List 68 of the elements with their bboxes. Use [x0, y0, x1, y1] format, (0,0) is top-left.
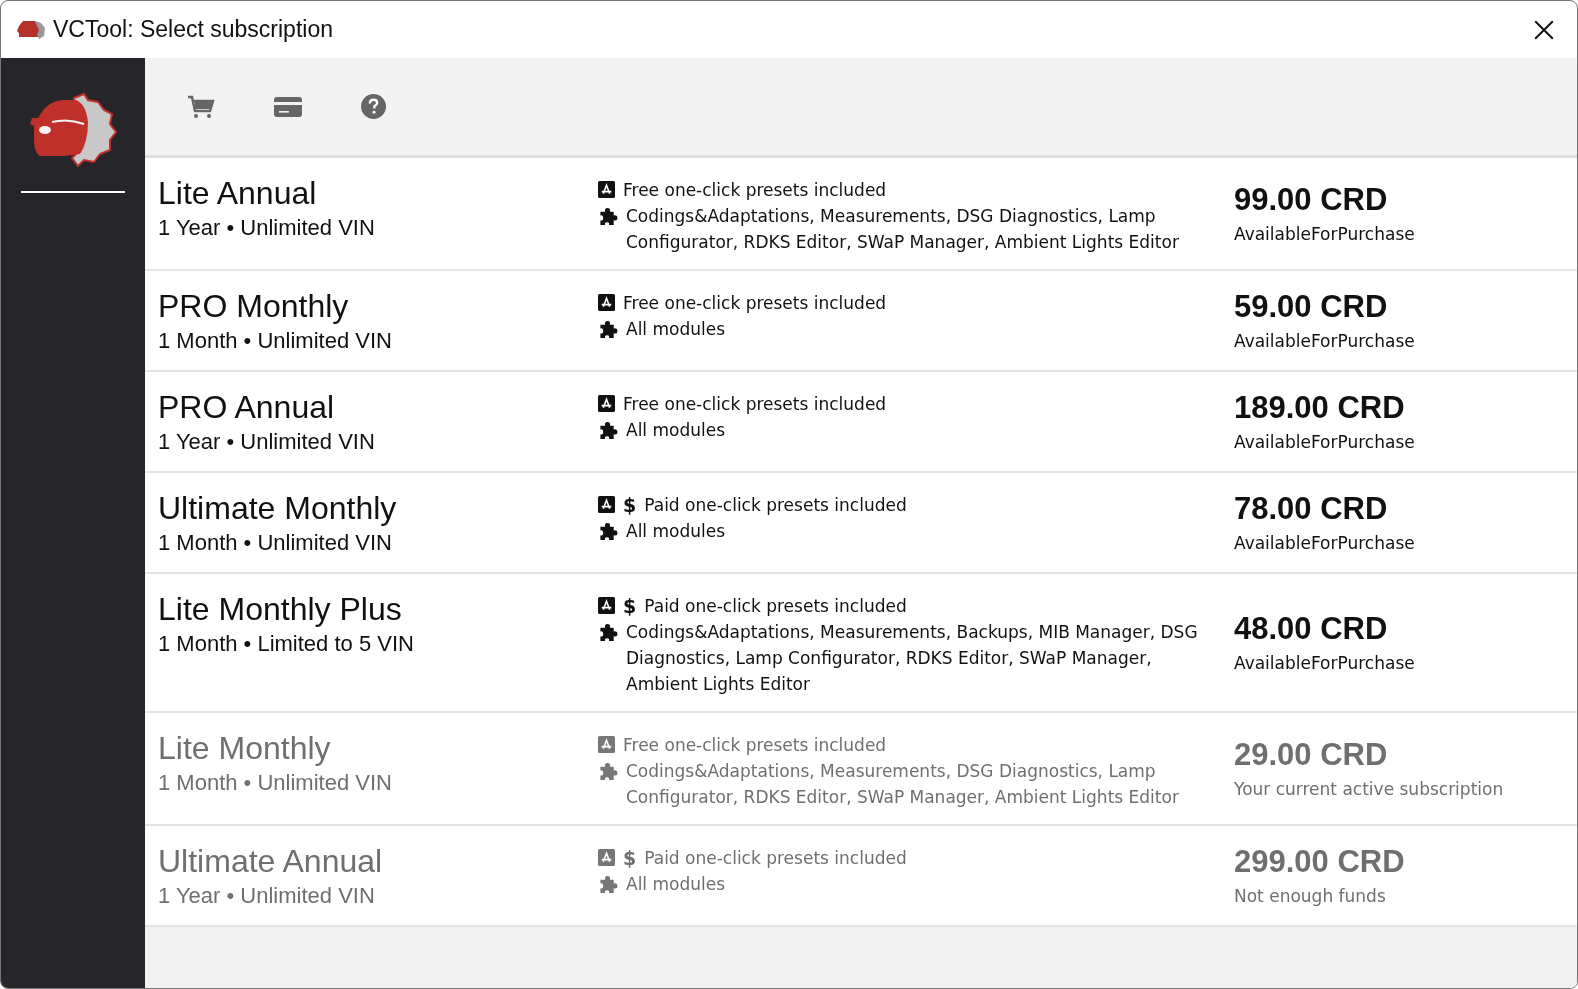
price: 299.00 CRD: [1234, 843, 1406, 881]
presets-text: Paid one-click presets included: [644, 847, 908, 870]
price: 59.00 CRD: [1234, 288, 1389, 326]
plan-name: Ultimate Monthly: [158, 489, 398, 528]
app-store-icon: [598, 736, 615, 753]
dollar-sign: $: [623, 493, 637, 518]
puzzle-piece-icon: [598, 522, 618, 541]
dollar-sign: $: [623, 846, 637, 871]
app-store-icon: [598, 181, 615, 198]
modules-text: All modules: [626, 520, 727, 543]
price: 29.00 CRD: [1234, 736, 1389, 774]
modules-text: All modules: [626, 873, 727, 896]
modules-text: All modules: [626, 318, 727, 341]
subscription-row[interactable]: PRO Annual 1 Year • Unlimited VIN Free one-click presets included All modules 189.00 CRD AvailableForPurchase: [145, 372, 1577, 473]
plan-terms: 1 Month • Unlimited VIN: [158, 327, 393, 355]
credit-card-icon: [274, 96, 302, 117]
availability-status: Your current active subscription: [1234, 778, 1505, 801]
plan-name: PRO Monthly: [158, 287, 350, 326]
modules-text: All modules: [626, 419, 727, 442]
presets-text: Free one-click presets included: [623, 734, 888, 757]
presets-text: Free one-click presets included: [623, 393, 888, 416]
puzzle-piece-icon: [598, 207, 618, 226]
modules-text: Codings&Adaptations, Measurements, Backups, MIB Manager, DSG Diagnostics, Lamp Configurator, RDKS Editor, SWaP Manager, Ambient Lights Editor: [626, 621, 1199, 696]
plan-terms: 1 Year • Unlimited VIN: [158, 882, 376, 910]
help-icon: [361, 94, 386, 119]
plan-terms: 1 Month • Unlimited VIN: [158, 769, 393, 797]
presets-text: Free one-click presets included: [623, 179, 888, 202]
car-gear-logo-icon: [28, 92, 118, 168]
app-store-icon: [598, 294, 615, 311]
modules-text: Codings&Adaptations, Measurements, DSG Diagnostics, Lamp Configurator, RDKS Editor, SWaP Manager, Ambient Lights Editor: [626, 205, 1180, 254]
puzzle-piece-icon: [598, 762, 618, 781]
price: 189.00 CRD: [1234, 389, 1406, 427]
plan-name: Ultimate Annual: [158, 842, 384, 881]
modules-text: Codings&Adaptations, Measurements, DSG Diagnostics, Lamp Configurator, RDKS Editor, SWaP Manager, Ambient Lights Editor: [626, 760, 1180, 809]
availability-status: AvailableForPurchase: [1234, 330, 1416, 353]
price: 78.00 CRD: [1234, 490, 1389, 528]
app-store-icon: [598, 849, 615, 866]
puzzle-piece-icon: [598, 875, 618, 894]
app-store-icon: [598, 597, 615, 614]
dollar-sign: $: [623, 594, 637, 619]
plan-name: Lite Monthly: [158, 729, 332, 768]
availability-status: AvailableForPurchase: [1234, 223, 1416, 246]
puzzle-piece-icon: [598, 421, 618, 440]
plan-terms: 1 Year • Unlimited VIN: [158, 214, 376, 242]
price: 99.00 CRD: [1234, 181, 1389, 219]
close-icon[interactable]: [1533, 18, 1555, 41]
puzzle-piece-icon: [598, 320, 618, 339]
price: 48.00 CRD: [1234, 610, 1389, 648]
app-store-icon: [598, 496, 615, 513]
presets-text: Paid one-click presets included: [644, 595, 908, 618]
availability-status: AvailableForPurchase: [1234, 431, 1416, 454]
plan-name: Lite Annual: [158, 174, 318, 213]
subscription-row[interactable]: Ultimate Monthly 1 Month • Unlimited VIN $ Paid one-click presets included All modules 78.00 CRD AvailableForPurchase: [145, 473, 1577, 574]
plan-terms: 1 Month • Limited to 5 VIN: [158, 630, 415, 658]
window-title: VCTool: Select subscription: [53, 16, 334, 43]
app-store-icon: [598, 395, 615, 412]
availability-status: Not enough funds: [1234, 885, 1387, 908]
subscription-row[interactable]: PRO Monthly 1 Month • Unlimited VIN Free one-click presets included All modules 59.00 CRD AvailableForPurchase: [145, 271, 1577, 372]
plan-name: Lite Monthly Plus: [158, 590, 403, 629]
puzzle-piece-icon: [598, 623, 618, 642]
cart-icon: [187, 94, 215, 119]
presets-text: Paid one-click presets included: [644, 494, 908, 517]
plan-terms: 1 Month • Unlimited VIN: [158, 529, 393, 557]
availability-status: AvailableForPurchase: [1234, 652, 1416, 675]
availability-status: AvailableForPurchase: [1234, 532, 1416, 555]
presets-text: Free one-click presets included: [623, 292, 888, 315]
plan-terms: 1 Year • Unlimited VIN: [158, 428, 376, 456]
plan-name: PRO Annual: [158, 388, 336, 427]
